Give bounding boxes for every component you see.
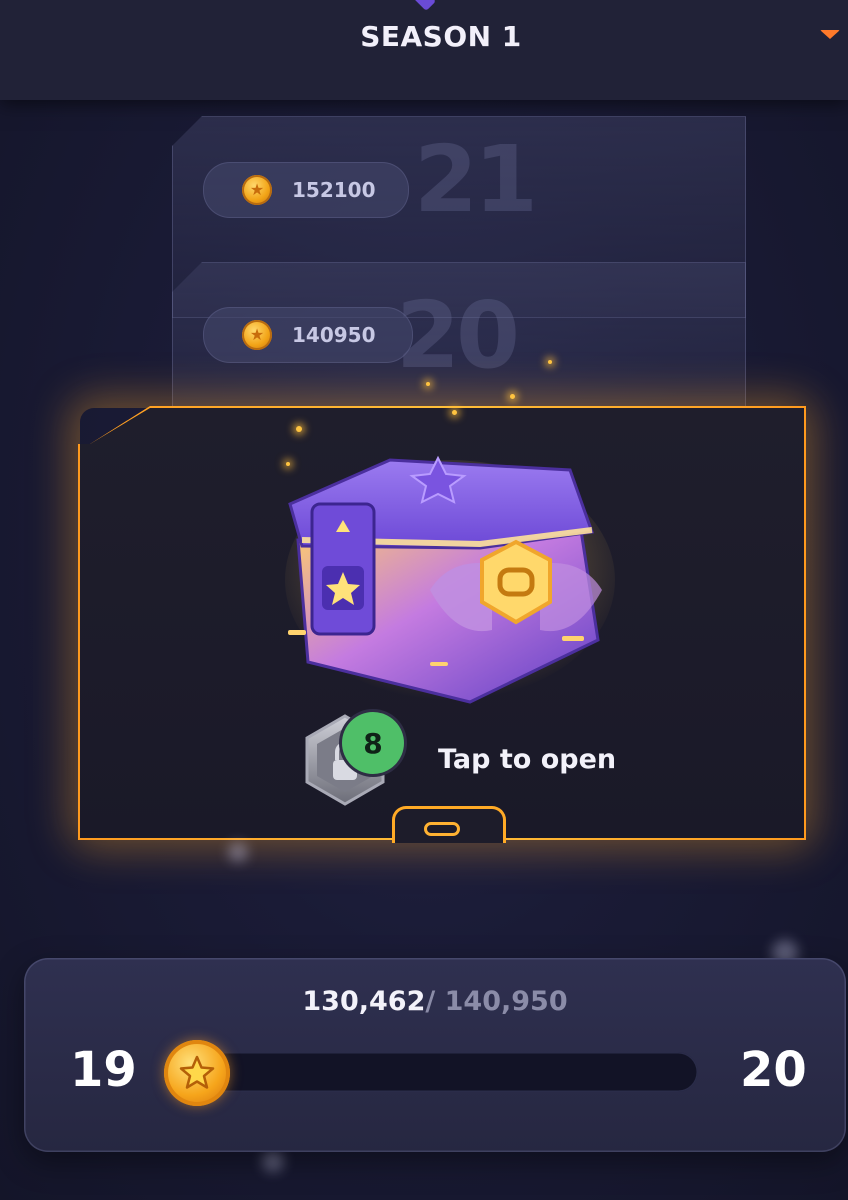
dropdown-caret-icon[interactable] xyxy=(820,30,840,39)
progress-target: 140,950 xyxy=(444,986,568,1017)
background-glow xyxy=(262,1150,284,1172)
season-gem-icon xyxy=(411,0,437,12)
progress-current: 130,462 xyxy=(302,986,426,1017)
current-level: 19 xyxy=(70,1042,137,1098)
capsule-icon xyxy=(424,822,460,836)
reward-pill-21: ★ 152100 xyxy=(203,162,409,218)
sparkle-icon xyxy=(296,426,302,432)
season-title[interactable]: SEASON 1 xyxy=(0,20,848,53)
header-bar: SEASON 1 xyxy=(0,0,848,100)
reward-chest-illustration[interactable] xyxy=(280,440,620,710)
coin-icon: ★ xyxy=(242,320,272,350)
progress-text: 130,462/ 140,950 xyxy=(24,986,846,1017)
lock-count-badge: 8 xyxy=(342,712,404,774)
level-number-21: 21 xyxy=(414,126,538,233)
sparkle-icon xyxy=(548,360,552,364)
tap-to-open-label[interactable]: Tap to open xyxy=(438,744,616,775)
reward-value-21: 152100 xyxy=(292,178,376,202)
reward-value-20: 140950 xyxy=(292,323,376,347)
background-glow xyxy=(228,842,248,862)
coin-icon: ★ xyxy=(242,175,272,205)
sparkle-icon xyxy=(452,410,457,415)
coin-icon xyxy=(164,1040,230,1106)
sparkle-icon xyxy=(426,382,430,386)
sparkle-icon xyxy=(510,394,515,399)
next-level: 20 xyxy=(740,1042,807,1098)
progress-bar xyxy=(180,1052,698,1092)
level-number-20: 20 xyxy=(396,282,520,389)
reward-pill-20: ★ 140950 xyxy=(203,307,413,363)
progress-separator: / xyxy=(425,986,445,1017)
